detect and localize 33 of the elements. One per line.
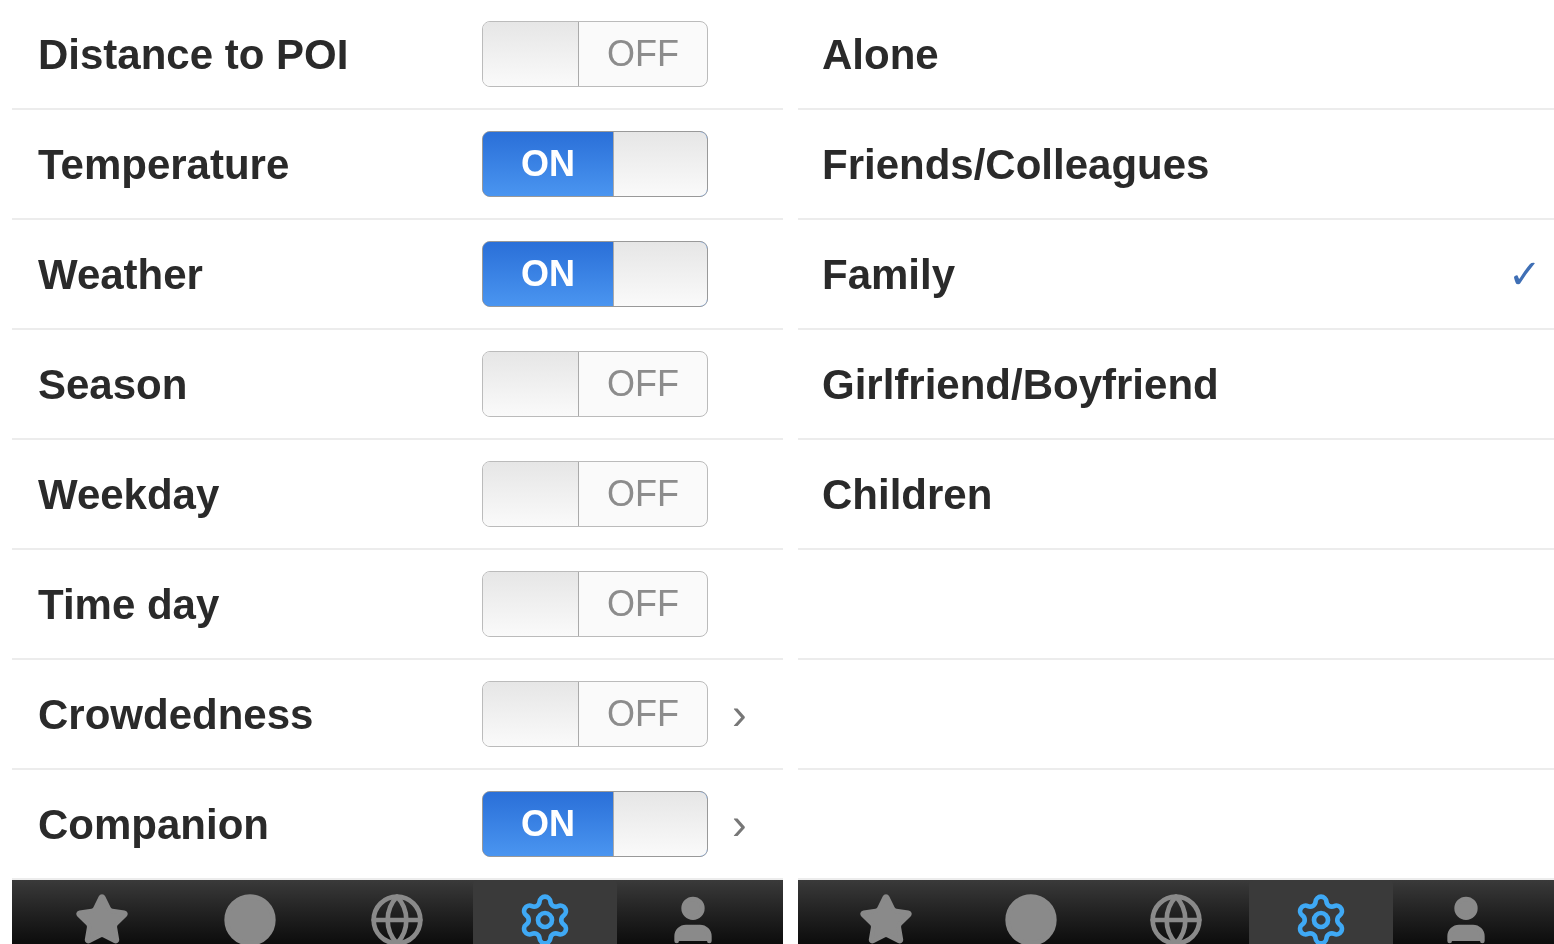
setting-label: Companion [38,799,270,850]
globe-icon [1148,892,1204,944]
setting-label: Crowdedness [38,689,315,740]
setting-label: Temperature [38,139,291,190]
checkmark-icon: ✓ [1508,251,1548,297]
option-row[interactable]: Girlfriend/Boyfriend [798,330,1554,440]
setting-label: Weekday [38,469,221,520]
toggle-switch[interactable]: ON [482,791,708,857]
globe-icon [369,892,426,944]
star-icon [73,892,130,944]
option-row[interactable]: Friends/Colleagues [798,110,1554,220]
option-row[interactable]: Alone [798,0,1554,110]
setting-label: Season [38,359,189,410]
option-label: Alone [822,29,939,80]
star-icon [858,892,915,944]
setting-label: Distance to POI [38,29,350,80]
toggle-switch[interactable]: ON [482,241,708,307]
option-label: Children [822,469,993,520]
toggle-switch[interactable]: OFF [482,461,708,527]
option-label: Girlfriend/Boyfriend [822,359,1219,410]
toggle-switch[interactable]: OFF [482,571,708,637]
option-label: Friends/Colleagues [822,139,1210,190]
chevron-icon: › [732,791,747,857]
option-row[interactable]: Family ✓ [798,220,1554,330]
setting-label: Time day [38,579,221,630]
toggle-switch[interactable]: ON [482,131,708,197]
chevron-icon: › [732,681,747,747]
option-label: Family [822,249,956,300]
toggle-switch[interactable]: OFF [482,351,708,417]
option-row[interactable]: Children [798,440,1554,550]
setting-label: Weather [38,249,204,300]
toggle-switch[interactable]: OFF [482,681,708,747]
toggle-switch[interactable]: OFF [482,21,708,87]
